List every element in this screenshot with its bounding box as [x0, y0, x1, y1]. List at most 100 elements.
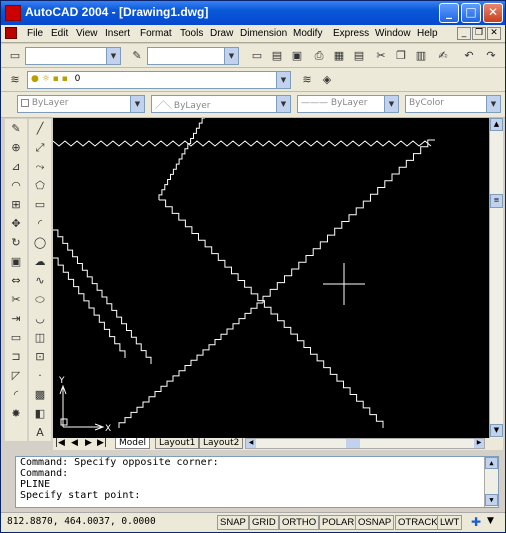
copy-object-icon[interactable]: ⊕ — [8, 140, 24, 156]
extend-icon[interactable]: ⇥ — [8, 311, 24, 327]
ellipse-icon[interactable]: ⬭ — [32, 292, 48, 308]
paste-icon[interactable]: ▥ — [413, 48, 429, 64]
horizontal-scroll-thumb[interactable] — [346, 439, 360, 448]
circle-icon[interactable]: ◯ — [32, 235, 48, 251]
menu-format[interactable]: Format — [140, 28, 172, 39]
plotstyle-combo[interactable]: ByColor ▼ — [405, 95, 501, 113]
fillet-icon[interactable]: ◜ — [8, 387, 24, 403]
plot-preview-icon[interactable]: ▦ — [331, 48, 347, 64]
mdi-close-button[interactable]: ✕ — [487, 27, 501, 40]
publish-icon[interactable]: ▤ — [351, 48, 367, 64]
scroll-up-arrow[interactable]: ▲ — [490, 118, 503, 131]
menu-dimension[interactable]: Dimension — [240, 28, 287, 39]
linetype-combo[interactable]: ／＼ ByLayer ▼ — [151, 95, 291, 113]
break-icon[interactable]: ▭ — [8, 330, 24, 346]
make-block-icon[interactable]: ⊡ — [32, 349, 48, 365]
tab-first-arrow[interactable]: |◀ — [55, 438, 65, 448]
scroll-left-arrow[interactable]: ◀ — [246, 439, 256, 448]
lwt-toggle[interactable]: LWT — [437, 515, 463, 530]
hatch-icon[interactable]: ▩ — [32, 387, 48, 403]
polar-toggle[interactable]: POLAR — [319, 515, 358, 530]
offset-icon[interactable]: ◠ — [8, 178, 24, 194]
stretch-icon[interactable]: ⇔ — [8, 273, 24, 289]
tab-layout2[interactable]: Layout2 — [199, 438, 244, 449]
rectangle-icon[interactable]: ▭ — [32, 197, 48, 213]
point-icon[interactable]: · — [32, 368, 48, 384]
insert-block-icon[interactable]: ◫ — [32, 330, 48, 346]
menu-insert[interactable]: Insert — [105, 28, 130, 39]
explode-icon[interactable]: ✸ — [8, 406, 24, 422]
tab-next-arrow[interactable]: ▶ — [85, 438, 92, 448]
redo-icon[interactable]: ↷ — [483, 48, 499, 64]
copy-icon[interactable]: ❐ — [393, 48, 409, 64]
tab-prev-arrow[interactable]: ◀ — [71, 438, 78, 448]
cut-icon[interactable]: ✂ — [373, 48, 389, 64]
line-icon[interactable]: ╱ — [32, 121, 48, 137]
rotate-icon[interactable]: ↻ — [8, 235, 24, 251]
layer-previous-icon[interactable]: ◈ — [319, 72, 335, 88]
menu-tools[interactable]: Tools — [180, 28, 203, 39]
maximize-button[interactable]: □ — [461, 3, 481, 23]
folder-icon[interactable]: ▤ — [269, 48, 285, 64]
new-icon[interactable]: ▭ — [7, 48, 23, 64]
erase-icon[interactable]: ✎ — [8, 121, 24, 137]
trim-icon[interactable]: ✂ — [8, 292, 24, 308]
autocad-app-icon[interactable] — [5, 5, 21, 21]
chamfer-icon[interactable]: ◸ — [8, 368, 24, 384]
scroll-right-arrow[interactable]: ▶ — [474, 439, 484, 448]
menu-file[interactable]: File — [27, 28, 43, 39]
scale-icon[interactable]: ▣ — [8, 254, 24, 270]
snap-toggle[interactable]: SNAP — [217, 515, 249, 530]
spline-icon[interactable]: ∿ — [32, 273, 48, 289]
make-current-layer-icon[interactable]: ≋ — [299, 72, 315, 88]
mdi-minimize-button[interactable]: _ — [457, 27, 471, 40]
osnap-toggle[interactable]: OSNAP — [355, 515, 395, 530]
menu-view[interactable]: View — [76, 28, 98, 39]
command-window[interactable]: Command: Specify opposite corner: Comman… — [15, 456, 499, 508]
otrack-toggle[interactable]: OTRACK — [395, 515, 441, 530]
menu-modify[interactable]: Modify — [293, 28, 322, 39]
layer-manager-icon[interactable]: ≋ — [7, 72, 23, 88]
vertical-scroll-thumb[interactable]: ≡ — [490, 194, 503, 208]
communication-center-icon[interactable]: ✚ — [471, 515, 481, 529]
command-scrollbar[interactable]: ▲ ▼ — [484, 457, 498, 507]
menu-help[interactable]: Help — [417, 28, 438, 39]
command-scroll-up[interactable]: ▲ — [485, 457, 498, 469]
command-prompt-line[interactable]: Specify start point: — [16, 490, 498, 501]
save-icon[interactable]: ▣ — [289, 48, 305, 64]
command-scroll-down[interactable]: ▼ — [485, 494, 498, 506]
menu-express[interactable]: Express — [333, 28, 369, 39]
tab-model[interactable]: Model — [115, 438, 151, 449]
revision-cloud-icon[interactable]: ☁ — [32, 254, 48, 270]
plot-icon[interactable]: ⎙ — [311, 48, 327, 64]
mirror-icon[interactable]: ⊿ — [8, 159, 24, 175]
open-icon[interactable]: ▭ — [249, 48, 265, 64]
tab-last-arrow[interactable]: ▶| — [97, 438, 107, 448]
drawing-canvas[interactable]: Y X — [53, 118, 489, 438]
color-combo[interactable]: ByLayer ▼ — [17, 95, 145, 113]
menu-edit[interactable]: Edit — [51, 28, 68, 39]
mdi-restore-button[interactable]: ❐ — [472, 27, 486, 40]
ellipse-arc-icon[interactable]: ◡ — [32, 311, 48, 327]
array-icon[interactable]: ⊞ — [8, 197, 24, 213]
match-properties-icon[interactable]: ✎ — [129, 48, 145, 64]
horizontal-scrollbar[interactable]: ◀ ▶ — [245, 438, 485, 449]
ortho-toggle[interactable]: ORTHO — [279, 515, 320, 530]
vertical-scrollbar[interactable]: ▲ ≡ ▼ — [489, 118, 503, 438]
tab-layout1[interactable]: Layout1 — [155, 438, 200, 449]
title-bar[interactable]: AutoCAD 2004 - [Drawing1.dwg] _ □ ✕ — [1, 1, 505, 25]
polygon-icon[interactable]: ⬠ — [32, 178, 48, 194]
construction-line-icon[interactable]: ⤢ — [32, 140, 48, 156]
layer-combo[interactable]: ● ☼ ▪ ▪ 0 ▼ — [27, 71, 291, 89]
undo-icon[interactable]: ↶ — [461, 48, 477, 64]
named-views-combo[interactable]: ▼ — [25, 47, 121, 65]
text-style-combo[interactable]: ▼ — [147, 47, 239, 65]
move-icon[interactable]: ✥ — [8, 216, 24, 232]
menu-window[interactable]: Window — [375, 28, 411, 39]
brush-icon[interactable]: ✍ — [435, 48, 451, 64]
document-icon[interactable] — [5, 27, 17, 39]
multiline-text-icon[interactable]: A — [32, 425, 48, 441]
join-icon[interactable]: ⊐ — [8, 349, 24, 365]
arc-icon[interactable]: ◜ — [32, 216, 48, 232]
region-icon[interactable]: ◧ — [32, 406, 48, 422]
